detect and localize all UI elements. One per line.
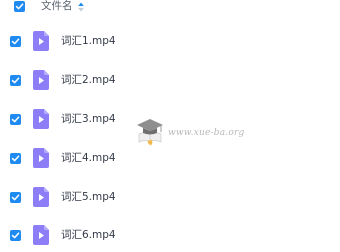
sort-arrow-up-icon[interactable] (77, 1, 85, 13)
file-list: 文件名 词汇1.mp4 词汇2.mp4 词汇3.mp4 词汇4.mp4 词汇5.… (0, 0, 340, 252)
file-name[interactable]: 词汇1.mp4 (61, 35, 116, 48)
graduation-cap-logo-icon (137, 119, 163, 146)
list-header: 文件名 (0, 0, 340, 20)
check-icon (11, 77, 20, 84)
file-name[interactable]: 词汇4.mp4 (61, 152, 116, 165)
check-icon (11, 116, 20, 123)
video-file-icon (33, 148, 49, 168)
file-name[interactable]: 词汇3.mp4 (61, 113, 116, 126)
check-icon (11, 155, 20, 162)
check-icon (11, 38, 20, 45)
select-all-checkbox[interactable] (14, 1, 25, 12)
check-icon (15, 3, 24, 10)
video-file-icon (33, 187, 49, 207)
file-name[interactable]: 词汇2.mp4 (61, 74, 116, 87)
file-row[interactable]: 词汇2.mp4 (0, 65, 340, 97)
file-name[interactable]: 词汇5.mp4 (61, 191, 116, 204)
watermark-text: www.xue-ba.org (168, 128, 245, 138)
file-name[interactable]: 词汇6.mp4 (61, 229, 116, 242)
file-row[interactable]: 词汇5.mp4 (0, 182, 340, 214)
row-checkbox[interactable] (10, 114, 21, 125)
row-checkbox[interactable] (10, 230, 21, 241)
video-file-icon (33, 109, 49, 129)
row-checkbox[interactable] (10, 192, 21, 203)
file-row[interactable]: 词汇6.mp4 (0, 220, 340, 252)
column-header-filename[interactable]: 文件名 (41, 0, 73, 13)
check-icon (11, 194, 20, 201)
video-file-icon (33, 70, 49, 90)
row-checkbox[interactable] (10, 75, 21, 86)
video-file-icon (33, 225, 49, 245)
check-icon (11, 232, 20, 239)
row-checkbox[interactable] (10, 36, 21, 47)
video-file-icon (33, 31, 49, 51)
watermark: www.xue-ba.org (132, 114, 252, 150)
row-checkbox[interactable] (10, 153, 21, 164)
file-row[interactable]: 词汇1.mp4 (0, 26, 340, 58)
